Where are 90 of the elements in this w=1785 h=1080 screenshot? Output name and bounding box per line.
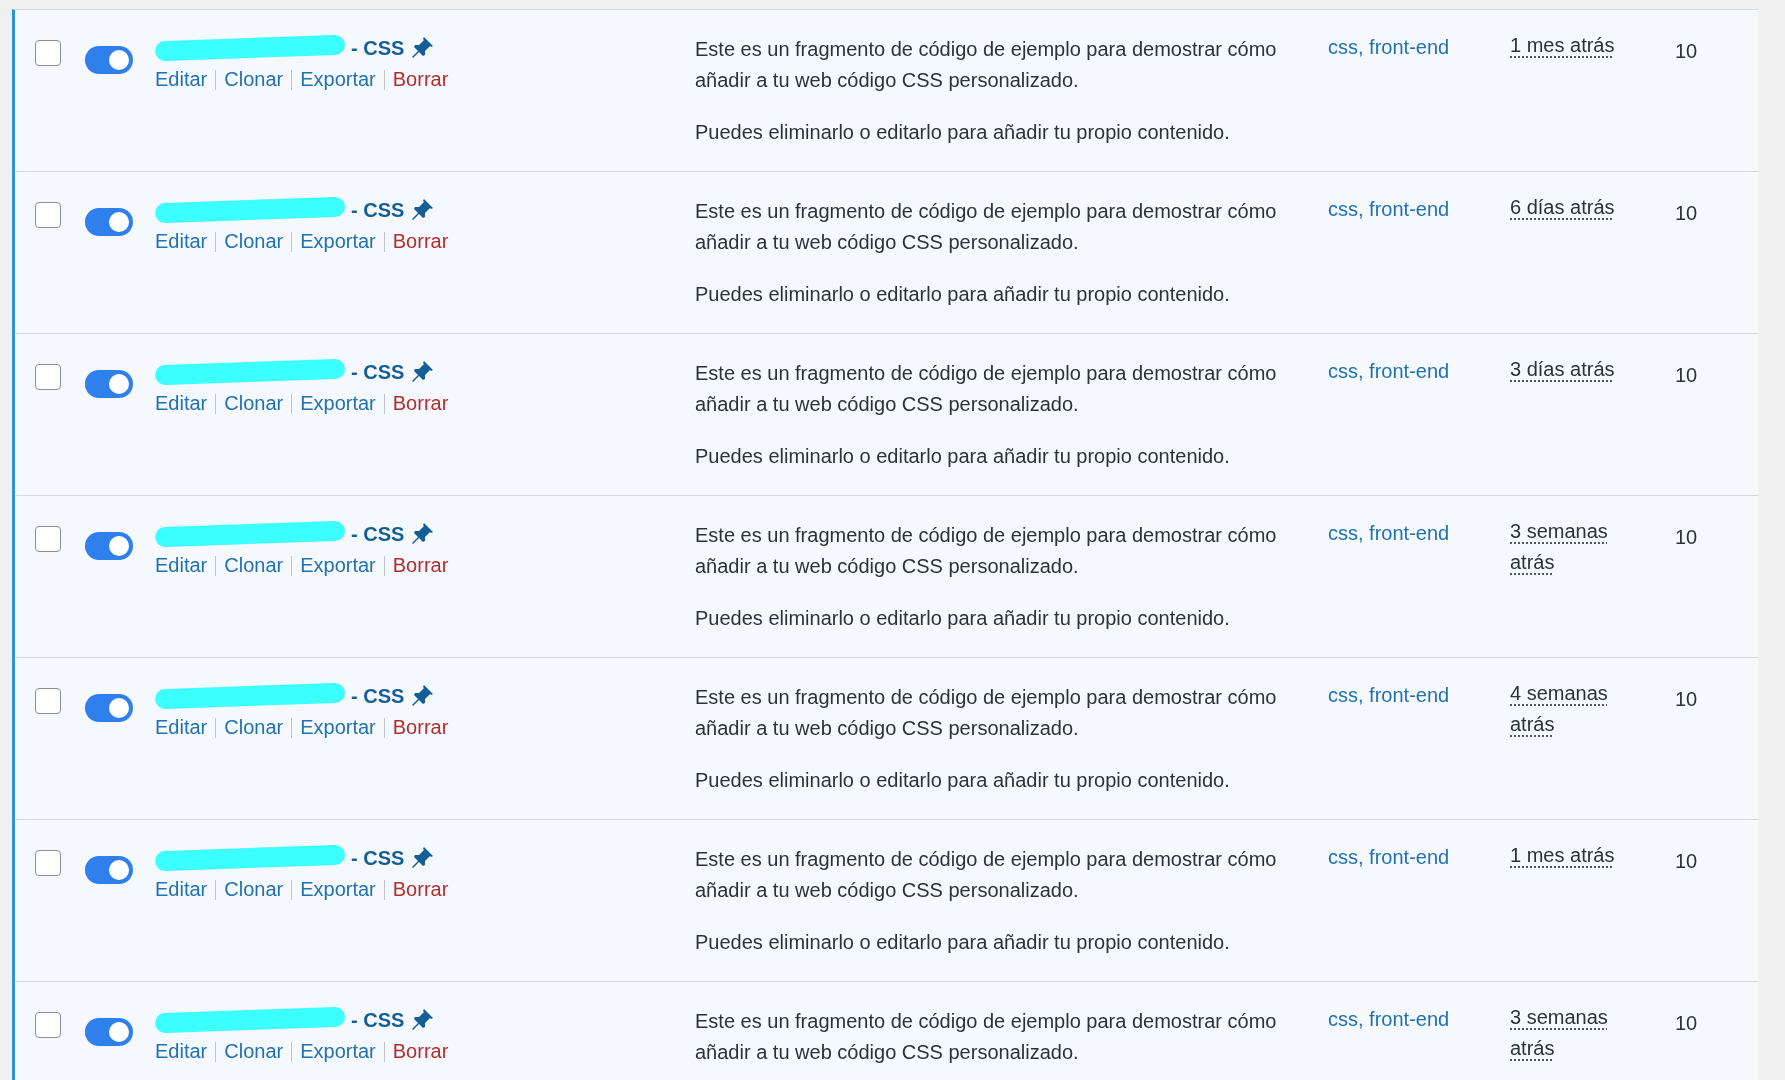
action-link[interactable]: Editar	[155, 1040, 208, 1063]
tag-list: css, front-end	[1328, 360, 1510, 495]
modified-date: 3 semanas atrás	[1510, 1005, 1609, 1061]
snippet-title[interactable]: - CSS	[351, 198, 405, 222]
action-link[interactable]: Clonar	[224, 230, 284, 253]
snippet-title[interactable]: - CSS	[351, 36, 405, 60]
action-link[interactable]: Editar	[155, 878, 208, 901]
delete-link[interactable]: Borrar	[392, 716, 449, 739]
action-link[interactable]: Clonar	[224, 1040, 284, 1063]
action-link[interactable]: Editar	[155, 230, 208, 253]
toggle-switch[interactable]	[85, 1018, 133, 1046]
modified-date: 1 mes atrás	[1510, 843, 1616, 868]
checkbox[interactable]	[35, 364, 61, 390]
snippet-title[interactable]: - CSS	[351, 1008, 405, 1032]
description-text: Puedes eliminarlo o editarlo para añadir tu propio contenido.	[695, 120, 1231, 145]
action-link[interactable]: Editar	[155, 716, 208, 739]
toggle-switch[interactable]	[85, 370, 133, 398]
snippet-title[interactable]: - CSS	[351, 360, 405, 384]
action-link[interactable]: Exportar	[300, 1040, 376, 1063]
action-link[interactable]: Editar	[155, 392, 208, 415]
delete-link[interactable]: Borrar	[392, 68, 449, 91]
checkbox[interactable]	[35, 688, 61, 714]
toggle-switch[interactable]	[85, 532, 133, 560]
action-link[interactable]: Exportar	[300, 392, 376, 415]
tag-list: css, front-end	[1328, 522, 1510, 657]
action-link[interactable]: Exportar	[300, 878, 376, 901]
description-text: Puedes eliminarlo o editarlo para añadir tu propio contenido.	[695, 930, 1231, 955]
toggle-switch[interactable]	[85, 856, 133, 884]
action-link[interactable]: Editar	[155, 554, 208, 577]
description-text: Puedes eliminarlo o editarlo para añadir tu propio contenido.	[695, 444, 1231, 469]
priority-value: 10	[1675, 687, 1699, 712]
pushpin-icon	[410, 36, 435, 60]
toggle-switch[interactable]	[85, 46, 133, 74]
action-link[interactable]: Exportar	[300, 68, 376, 91]
tag-list: css, front-end	[1328, 1008, 1510, 1080]
priority-value: 10	[1675, 525, 1699, 550]
description-text: Este es un fragmento de código de ejemplo para demostrar cómo añadir a tu web código CSS personalizado.	[695, 523, 1278, 579]
priority-value: 10	[1675, 1011, 1699, 1036]
delete-link[interactable]: Borrar	[392, 230, 449, 253]
tag-list: css, front-end	[1328, 846, 1510, 981]
action-link[interactable]: Exportar	[300, 554, 376, 577]
action-link[interactable]: Clonar	[224, 716, 284, 739]
checkbox[interactable]	[35, 40, 61, 66]
description-text: Este es un fragmento de código de ejemplo para demostrar cómo añadir a tu web código CSS personalizado.	[695, 1009, 1278, 1065]
priority-value: 10	[1675, 201, 1699, 226]
tag-list: css, front-end	[1328, 36, 1510, 171]
modified-date: 3 días atrás	[1510, 357, 1616, 382]
description-text: Puedes eliminarlo o editarlo para añadir tu propio contenido.	[695, 282, 1231, 307]
priority-value: 10	[1675, 849, 1699, 874]
modified-date: 6 días atrás	[1510, 195, 1616, 220]
pushpin-icon	[410, 846, 435, 870]
priority-value: 10	[1675, 39, 1699, 64]
snippet-title[interactable]: - CSS	[351, 846, 405, 870]
priority-value: 10	[1675, 363, 1699, 388]
tag-list: css, front-end	[1328, 684, 1510, 819]
modified-date: 4 semanas atrás	[1510, 681, 1609, 737]
modified-date: 3 semanas atrás	[1510, 519, 1609, 575]
modified-date: 1 mes atrás	[1510, 33, 1616, 58]
delete-link[interactable]: Borrar	[392, 554, 449, 577]
pushpin-icon	[410, 360, 435, 384]
snippet-title[interactable]: - CSS	[351, 522, 405, 546]
toggle-switch[interactable]	[85, 208, 133, 236]
checkbox[interactable]	[35, 202, 61, 228]
action-link[interactable]: Clonar	[224, 392, 284, 415]
description-text: Este es un fragmento de código de ejemplo para demostrar cómo añadir a tu web código CSS personalizado.	[695, 199, 1278, 255]
description-text: Este es un fragmento de código de ejemplo para demostrar cómo añadir a tu web código CSS personalizado.	[695, 37, 1278, 93]
delete-link[interactable]: Borrar	[392, 878, 449, 901]
action-link[interactable]: Editar	[155, 68, 208, 91]
snippet-title[interactable]: - CSS	[351, 684, 405, 708]
checkbox[interactable]	[35, 850, 61, 876]
pushpin-icon	[410, 684, 435, 708]
description-text: Este es un fragmento de código de ejemplo para demostrar cómo añadir a tu web código CSS personalizado.	[695, 847, 1278, 903]
pushpin-icon	[410, 522, 435, 546]
description-text: Puedes eliminarlo o editarlo para añadir tu propio contenido.	[695, 768, 1231, 793]
delete-link[interactable]: Borrar	[392, 392, 449, 415]
pushpin-icon	[410, 1008, 435, 1032]
action-link[interactable]: Exportar	[300, 230, 376, 253]
action-link[interactable]: Clonar	[224, 554, 284, 577]
delete-link[interactable]: Borrar	[392, 1040, 449, 1063]
toggle-switch[interactable]	[85, 694, 133, 722]
action-link[interactable]: Clonar	[224, 68, 284, 91]
tag-list: css, front-end	[1328, 198, 1510, 333]
action-link[interactable]: Exportar	[300, 716, 376, 739]
description-text: Este es un fragmento de código de ejemplo para demostrar cómo añadir a tu web código CSS personalizado.	[695, 685, 1278, 741]
pushpin-icon	[410, 198, 435, 222]
checkbox[interactable]	[35, 526, 61, 552]
description-text: Puedes eliminarlo o editarlo para añadir tu propio contenido.	[695, 606, 1231, 631]
checkbox[interactable]	[35, 1012, 61, 1038]
description-text: Este es un fragmento de código de ejemplo para demostrar cómo añadir a tu web código CSS personalizado.	[695, 361, 1278, 417]
action-link[interactable]: Clonar	[224, 878, 284, 901]
